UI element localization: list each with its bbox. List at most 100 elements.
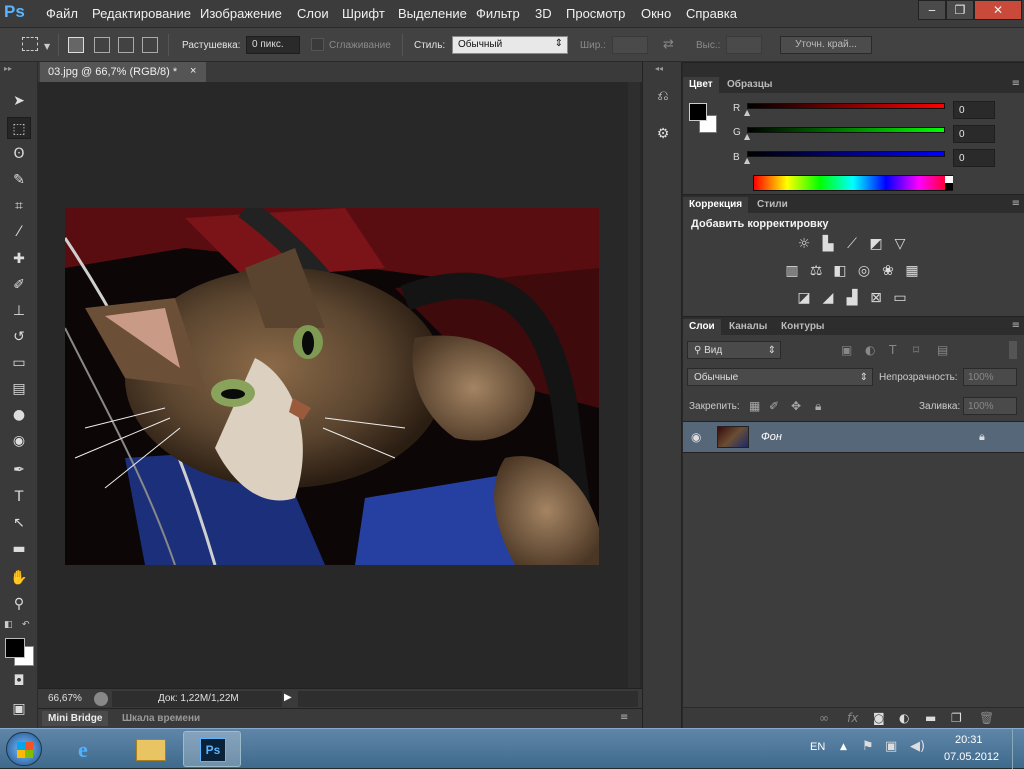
language-indicator[interactable]: EN bbox=[810, 741, 825, 753]
swap-colors-icon[interactable]: ↶ bbox=[22, 620, 30, 630]
filter-pixel-icon[interactable]: ▣ bbox=[841, 343, 852, 357]
tab-layers[interactable]: Слои bbox=[683, 319, 721, 335]
height-input[interactable] bbox=[726, 36, 762, 54]
blur-tool-icon[interactable]: ● bbox=[7, 404, 31, 426]
black-white-icon[interactable]: ◧ bbox=[831, 262, 849, 280]
expand-arrows-icon[interactable]: ◂◂ bbox=[655, 64, 663, 73]
collapse-arrows-icon[interactable]: ▸▸ bbox=[4, 64, 12, 73]
close-button[interactable]: ✕ bbox=[974, 0, 1022, 20]
new-adjustment-icon[interactable]: ◐ bbox=[899, 711, 909, 725]
invert-icon[interactable]: ◪ bbox=[795, 289, 813, 307]
tab-timeline[interactable]: Шкала времени bbox=[116, 711, 206, 726]
delete-layer-icon[interactable]: 🗑︎ bbox=[979, 711, 994, 725]
red-slider[interactable] bbox=[747, 103, 945, 109]
menu-filter[interactable]: Фильтр bbox=[476, 6, 520, 21]
taskbar-explorer[interactable] bbox=[122, 731, 180, 767]
blend-mode-select[interactable]: Обычные ⇕ bbox=[687, 368, 873, 386]
tab-styles[interactable]: Стили bbox=[751, 197, 794, 213]
color-lookup-icon[interactable]: ▦ bbox=[903, 262, 921, 280]
style-select[interactable]: Обычный ⇕ bbox=[452, 36, 568, 54]
curves-icon[interactable]: ⟋ bbox=[843, 235, 861, 253]
photo-filter-icon[interactable]: ◎ bbox=[855, 262, 873, 280]
horizontal-scrollbar[interactable] bbox=[298, 691, 638, 707]
start-button[interactable] bbox=[6, 732, 42, 766]
pen-tool-icon[interactable]: ✒ bbox=[7, 459, 31, 481]
color-balance-icon[interactable]: ⚖ bbox=[807, 262, 825, 280]
quick-mask-icon[interactable]: ◘ bbox=[7, 670, 31, 692]
channel-mixer-icon[interactable]: ❀ bbox=[879, 262, 897, 280]
blue-value-input[interactable]: 0 bbox=[953, 149, 995, 167]
opacity-input[interactable]: 100% bbox=[963, 368, 1017, 386]
slider-thumb-icon[interactable]: ▲ bbox=[744, 132, 750, 141]
slider-thumb-icon[interactable]: ▲ bbox=[744, 156, 750, 165]
add-selection-icon[interactable] bbox=[94, 37, 110, 53]
vibrance-icon[interactable]: ▽ bbox=[891, 235, 909, 253]
path-select-tool-icon[interactable]: ↖ bbox=[7, 512, 31, 534]
filter-adjustment-icon[interactable]: ◐ bbox=[865, 343, 875, 357]
refine-edge-button[interactable]: Уточн. край... bbox=[780, 36, 872, 54]
foreground-color-swatch[interactable] bbox=[689, 103, 707, 121]
lock-all-icon[interactable]: 🔒︎ bbox=[815, 399, 821, 414]
menu-type[interactable]: Шрифт bbox=[342, 6, 385, 21]
quick-select-tool-icon[interactable]: ✎ bbox=[7, 169, 31, 191]
menu-select[interactable]: Выделение bbox=[398, 6, 467, 21]
width-input[interactable] bbox=[612, 36, 648, 54]
properties-panel-icon[interactable]: ⚙ bbox=[653, 126, 673, 146]
add-mask-icon[interactable]: ◙ bbox=[873, 711, 885, 725]
volume-icon[interactable]: ◀) bbox=[910, 739, 925, 754]
menu-image[interactable]: Изображение bbox=[200, 6, 282, 21]
exposure-icon[interactable]: ◩ bbox=[867, 235, 885, 253]
antialias-checkbox[interactable] bbox=[311, 38, 324, 51]
tab-adjustments[interactable]: Коррекция bbox=[683, 197, 749, 213]
lasso-tool-icon[interactable]: ʘ bbox=[7, 143, 31, 165]
lock-transparent-icon[interactable]: ▦ bbox=[749, 399, 760, 413]
screen-mode-icon[interactable]: ▣ bbox=[7, 698, 31, 720]
menu-3d[interactable]: 3D bbox=[535, 6, 552, 21]
stamp-tool-icon[interactable]: ⊥ bbox=[7, 300, 31, 322]
feather-input[interactable]: 0 пикс. bbox=[246, 36, 300, 54]
clock-date[interactable]: 07.05.2012 bbox=[944, 751, 999, 763]
document-tab-close[interactable]: × bbox=[190, 65, 196, 77]
filter-shape-icon[interactable]: ⌑ bbox=[913, 343, 919, 357]
shape-tool-icon[interactable]: ▬ bbox=[7, 538, 31, 560]
network-icon[interactable]: ▣ bbox=[885, 739, 897, 754]
fill-input[interactable]: 100% bbox=[963, 397, 1017, 415]
taskbar-ie[interactable]: e bbox=[62, 731, 120, 767]
threshold-icon[interactable]: ▟ bbox=[843, 289, 861, 307]
posterize-icon[interactable]: ◢ bbox=[819, 289, 837, 307]
menu-edit[interactable]: Редактирование bbox=[92, 6, 191, 21]
crop-tool-icon[interactable]: ⌗ bbox=[7, 195, 31, 217]
hue-saturation-icon[interactable]: ▥ bbox=[783, 262, 801, 280]
tray-expand-icon[interactable]: ▲ bbox=[840, 742, 847, 752]
green-value-input[interactable]: 0 bbox=[953, 125, 995, 143]
taskbar-photoshop[interactable]: Ps bbox=[183, 731, 241, 767]
action-center-icon[interactable]: ⚑ bbox=[862, 739, 874, 754]
history-panel-icon[interactable]: ⎌ bbox=[653, 88, 673, 108]
new-selection-icon[interactable] bbox=[68, 37, 84, 53]
cat-photo[interactable] bbox=[65, 208, 599, 565]
eye-icon[interactable]: ◉ bbox=[691, 430, 701, 444]
new-layer-icon[interactable]: ❐ bbox=[951, 711, 962, 725]
link-layers-icon[interactable]: ∞ bbox=[819, 711, 829, 725]
menu-view[interactable]: Просмотр bbox=[566, 6, 625, 21]
marquee-preset-icon[interactable] bbox=[22, 37, 38, 51]
clock-time[interactable]: 20:31 bbox=[955, 734, 983, 746]
panel-menu-icon[interactable]: ≡ bbox=[1012, 320, 1020, 331]
panel-menu-icon[interactable]: ≡ bbox=[620, 712, 628, 723]
filter-toggle[interactable] bbox=[1009, 341, 1017, 359]
foreground-color-swatch[interactable] bbox=[5, 638, 25, 658]
blue-slider[interactable] bbox=[747, 151, 945, 157]
brush-tool-icon[interactable]: ✐ bbox=[7, 274, 31, 296]
subtract-selection-icon[interactable] bbox=[118, 37, 134, 53]
tab-mini-bridge[interactable]: Mini Bridge bbox=[42, 711, 109, 726]
zoom-tool-icon[interactable]: ⚲ bbox=[7, 593, 31, 615]
default-colors-icon[interactable]: ◧ bbox=[4, 620, 13, 630]
status-menu-arrow-icon[interactable]: ▶ bbox=[284, 692, 296, 706]
document-tab[interactable]: 03.jpg @ 66,7% (RGB/8) * × bbox=[40, 62, 206, 82]
show-desktop-button[interactable] bbox=[1012, 729, 1024, 769]
intersect-selection-icon[interactable] bbox=[142, 37, 158, 53]
marquee-tool-icon[interactable]: ⬚ bbox=[7, 117, 31, 139]
slider-thumb-icon[interactable]: ▲ bbox=[744, 108, 750, 117]
menu-help[interactable]: Справка bbox=[686, 6, 737, 21]
history-brush-tool-icon[interactable]: ↺ bbox=[7, 326, 31, 348]
